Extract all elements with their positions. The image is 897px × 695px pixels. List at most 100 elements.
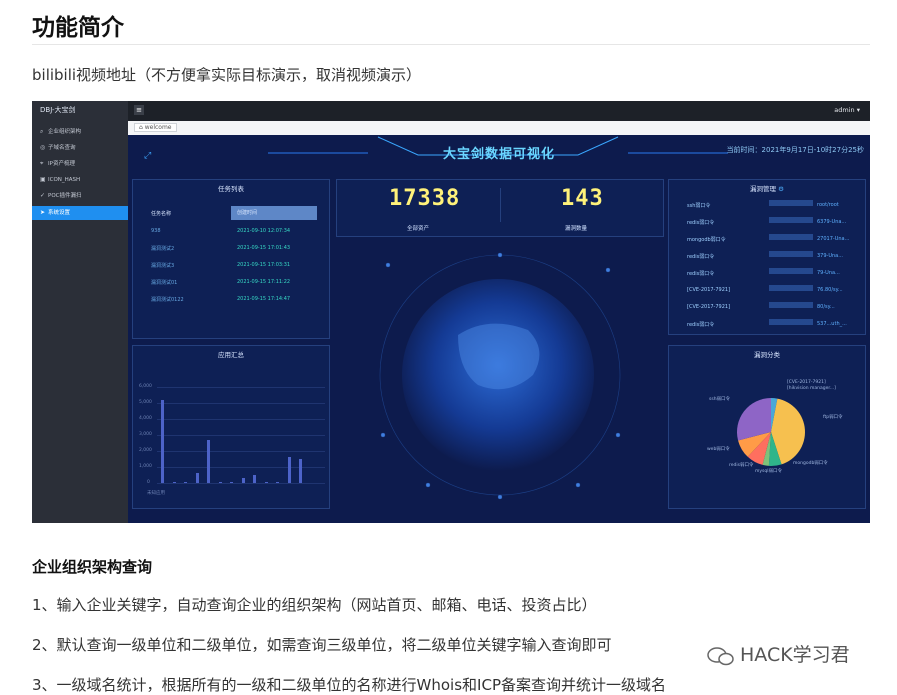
table-cell[interactable]: 938: [151, 228, 161, 234]
intro-text: bilibili视频地址（不方便拿实际目标演示，取消视频演示）: [32, 66, 422, 84]
vuln-type: [CVE-2017-7921]: [687, 304, 731, 310]
bar: [207, 439, 210, 483]
table-cell[interactable]: 漏洞测试0122: [151, 296, 184, 303]
vuln-management-panel: 漏洞管理 ⚙ ssh弱口令 root/root redis弱口令 6379-Un…: [668, 179, 866, 335]
bar: [230, 482, 233, 483]
y-tick: 4,000: [139, 416, 152, 421]
sidebar-item-icon-hash[interactable]: ▣ ICON_HASH: [32, 173, 128, 187]
bar: [276, 482, 279, 483]
column-header-name: 任务名称: [151, 211, 172, 217]
panel-title: 任务列表: [218, 185, 244, 193]
watermark: HACK学习君: [740, 644, 850, 666]
image-icon: ▣: [40, 176, 46, 183]
sidebar-item-label: 系统设置: [48, 210, 71, 216]
tab-label: welcome: [144, 124, 172, 131]
sidebar-item-label: IP资产梳理: [48, 161, 75, 167]
vuln-type: redis弱口令: [687, 254, 715, 260]
bar: [299, 459, 302, 483]
page-title: 功能简介: [32, 15, 124, 41]
sidebar-item-subdomain[interactable]: ◎ 子域名查询: [32, 141, 128, 155]
pin-icon: ⌖: [40, 160, 44, 167]
table-cell[interactable]: 漏洞测试3: [151, 262, 174, 269]
bar: [287, 457, 291, 483]
menu-icon[interactable]: ≡: [134, 105, 144, 115]
total-assets-value: 17338: [389, 186, 461, 211]
pie-label: [CVE-2017-7921]: [787, 380, 826, 385]
stats-panel: 17338 全部资产 143 漏洞数量: [336, 179, 664, 237]
app-logo: DBJ-大宝剑: [40, 106, 76, 114]
top-bar: ≡ admin ▾: [128, 101, 870, 121]
tab-bar: ⌂ welcome: [128, 121, 870, 135]
user-menu[interactable]: admin ▾: [834, 106, 860, 114]
y-tick: 1,000: [139, 464, 152, 469]
y-tick: 0: [147, 480, 150, 485]
dashboard: ⤢ 大宝剑数据可视化 当前时间：2021年9月17日-10时27分25秒 任务列…: [128, 135, 870, 523]
vuln-target: 379-Una...: [817, 253, 844, 259]
vuln-type: mongodb弱口令: [687, 237, 726, 243]
sidebar-item-settings[interactable]: ➤ 系统设置: [32, 206, 128, 220]
check-icon: ✓: [40, 192, 46, 199]
table-cell: 2021-09-15 17:14:47: [237, 296, 291, 302]
list-item: 3、一级域名统计，根据所有的一级和二级单位的名称进行Whois和ICP备案查询并…: [32, 676, 666, 694]
pie-label: ssh弱口令: [709, 397, 731, 402]
vuln-target: 79-Una...: [817, 270, 840, 276]
vuln-category-panel: 漏洞分类 [CVE-2017-7921] [hikvision manager.…: [668, 345, 866, 509]
vuln-target: 537...uth_...: [817, 321, 847, 327]
vuln-target: 27017-Una...: [817, 236, 850, 242]
bar: [184, 482, 187, 483]
table-cell: 2021-09-15 17:01:43: [237, 245, 291, 251]
total-assets-label: 全部资产: [407, 226, 430, 232]
column-header-time: 创建时间: [231, 206, 317, 220]
grid-line: [157, 483, 325, 484]
y-tick: 5,000: [139, 400, 152, 405]
bar: [195, 473, 199, 483]
sidebar-item-org[interactable]: ⌕ 企业组织架构: [32, 125, 128, 139]
grid-line: [157, 435, 325, 436]
sidebar-item-label: 企业组织架构: [48, 129, 82, 135]
panel-title: 漏洞管理 ⚙: [750, 185, 784, 193]
list-item: 1、输入企业关键字，自动查询企业的组织架构（网站首页、邮箱、电话、投资占比）: [32, 596, 597, 614]
title-divider: [32, 44, 870, 45]
sidebar-item-label: POC插件漏扫: [48, 193, 82, 199]
table-cell: 2021-09-15 17:03:31: [237, 262, 291, 268]
grid-line: [157, 387, 325, 388]
pie-label: [hikvision manager...]: [787, 386, 836, 391]
vuln-type: redis弱口令: [687, 322, 715, 328]
send-icon: ➤: [40, 209, 46, 216]
grid-line: [157, 419, 325, 420]
grid-line: [157, 451, 325, 452]
bar: [241, 478, 245, 483]
section-heading: 企业组织架构查询: [32, 558, 153, 576]
y-tick: 2,000: [139, 448, 152, 453]
pie-label: mongodb弱口令: [793, 461, 828, 466]
sidebar-item-label: 子域名查询: [48, 145, 76, 151]
sidebar-item-poc[interactable]: ✓ POC插件漏扫: [32, 189, 128, 203]
vuln-count-label: 漏洞数量: [565, 226, 588, 232]
vuln-target: root/root: [817, 202, 839, 208]
vuln-pie-chart: [737, 398, 805, 466]
list-item: 2、默认查询一级单位和二级单位，如需查询三级单位，将二级单位关键字输入查询即可: [32, 636, 612, 654]
app-bar-chart: 6,000 5,000 4,000 3,000 2,000 1,000 0 未知…: [133, 346, 331, 510]
table-cell: 2021-09-15 17:11:22: [237, 279, 291, 285]
bar: [172, 482, 176, 483]
pie-label: ftp弱口令: [823, 415, 843, 420]
sidebar-item-ip[interactable]: ⌖ IP资产梳理: [32, 157, 128, 171]
tab-welcome[interactable]: ⌂ welcome: [134, 123, 177, 132]
globe-icon: ◎: [40, 144, 46, 151]
y-tick: 6,000: [139, 384, 152, 389]
wechat-icon: [707, 647, 734, 666]
vuln-target: 6379-Una...: [817, 219, 847, 225]
vuln-type: redis弱口令: [687, 271, 715, 277]
table-cell[interactable]: 漏洞测试01: [151, 279, 177, 286]
table-cell[interactable]: 漏洞测试2: [151, 245, 174, 252]
app-summary-panel: 应用汇总 6,000 5,000 4,000 3,000 2,000 1,000…: [132, 345, 330, 509]
table-cell: 2021-09-10 12:07:34: [237, 228, 291, 234]
pie-label: redis弱口令: [729, 463, 754, 468]
pie-label: web弱口令: [707, 447, 730, 452]
sidebar: DBJ-大宝剑 ⌕ 企业组织架构 ◎ 子域名查询 ⌖ IP资产梳理 ▣ ICON_HAS…: [32, 101, 128, 523]
vuln-target: 76.80/sy...: [817, 287, 843, 293]
task-list-panel: 任务列表 任务名称 创建时间 938 2021-09-10 12:07:34 漏…: [132, 179, 330, 339]
sidebar-item-label: ICON_HASH: [48, 177, 81, 183]
vuln-type: ssh弱口令: [687, 203, 711, 209]
bar: [253, 475, 256, 483]
